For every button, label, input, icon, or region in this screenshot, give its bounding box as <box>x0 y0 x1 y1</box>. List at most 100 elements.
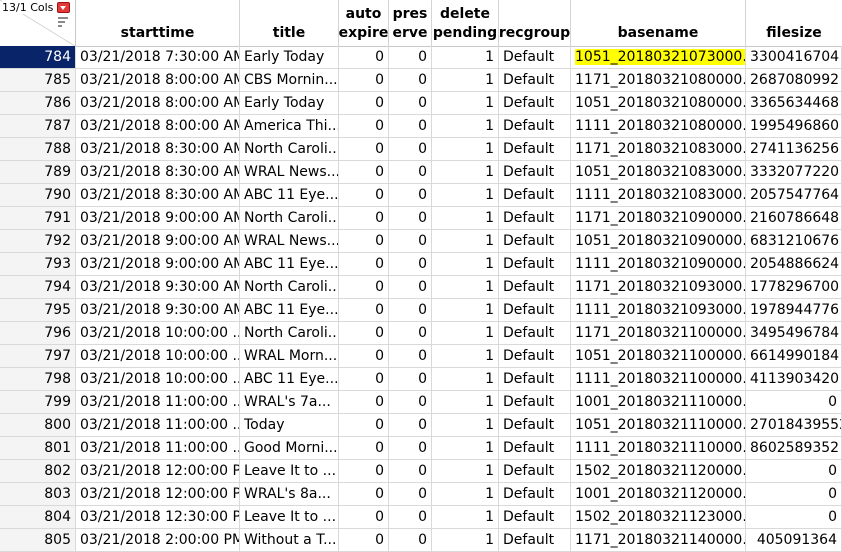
cell-recgroup[interactable]: Default <box>499 184 571 206</box>
cell-recgroup[interactable]: Default <box>499 483 571 505</box>
cell-title[interactable]: America Thi... <box>240 115 339 137</box>
cell-deletepending[interactable]: 1 <box>432 92 499 114</box>
cell-basename[interactable]: 1111_20180321093000.ts <box>571 299 746 321</box>
cell-autoexpire[interactable]: 0 <box>339 184 389 206</box>
cell-title[interactable]: North Caroli... <box>240 322 339 344</box>
cell-preserve[interactable]: 0 <box>389 161 432 183</box>
cell-title[interactable]: Leave It to ... <box>240 506 339 528</box>
cell-deletepending[interactable]: 1 <box>432 69 499 91</box>
cell-starttime[interactable]: 03/21/2018 10:00:00 ... <box>76 368 240 390</box>
cell-filesize[interactable]: 2057547764 <box>746 184 842 206</box>
cell-recgroup[interactable]: Default <box>499 460 571 482</box>
cell-preserve[interactable]: 0 <box>389 529 432 551</box>
cell-filesize[interactable]: 3300416704 <box>746 46 842 68</box>
cell-basename[interactable]: 1111_20180321090000.ts <box>571 253 746 275</box>
cell-starttime[interactable]: 03/21/2018 8:30:00 AM <box>76 138 240 160</box>
cell-preserve[interactable]: 0 <box>389 391 432 413</box>
cell-recgroup[interactable]: Default <box>499 207 571 229</box>
cell-recgroup[interactable]: Default <box>499 506 571 528</box>
cell-filesize[interactable]: 0 <box>746 391 842 413</box>
cell-preserve[interactable]: 0 <box>389 506 432 528</box>
cell-filesize[interactable]: 2687080992 <box>746 69 842 91</box>
cell-filesize[interactable]: 405091364 <box>746 529 842 551</box>
cell-autoexpire[interactable]: 0 <box>339 230 389 252</box>
cell-recgroup[interactable]: Default <box>499 230 571 252</box>
cell-basename[interactable]: 1051_20180321080000.ts <box>571 92 746 114</box>
cell-filesize[interactable]: 1778296700 <box>746 276 842 298</box>
cell-preserve[interactable]: 0 <box>389 414 432 436</box>
cell-basename[interactable]: 1171_20180321090000.ts <box>571 207 746 229</box>
cell-starttime[interactable]: 03/21/2018 11:00:00 ... <box>76 414 240 436</box>
cell-basename[interactable]: 1051_20180321110000.ts <box>571 414 746 436</box>
cell-basename[interactable]: 1171_20180321100000.ts <box>571 322 746 344</box>
table-row[interactable]: 799 03/21/2018 11:00:00 ... WRAL's 7a... 0 0… <box>0 391 842 414</box>
cell-recgroup[interactable]: Default <box>499 92 571 114</box>
column-header-starttime[interactable]: starttime <box>76 0 240 46</box>
table-row[interactable]: 792 03/21/2018 9:00:00 AM WRAL News... 0 0 1 D… <box>0 230 842 253</box>
table-row[interactable]: 802 03/21/2018 12:00:00 P... Leave It to .… <box>0 460 842 483</box>
cell-starttime[interactable]: 03/21/2018 10:00:00 ... <box>76 345 240 367</box>
cell-basename[interactable]: 1502_20180321120000.ts <box>571 460 746 482</box>
row-number[interactable]: 799 <box>0 391 76 413</box>
cell-deletepending[interactable]: 1 <box>432 138 499 160</box>
cell-title[interactable]: Good Morni... <box>240 437 339 459</box>
cell-autoexpire[interactable]: 0 <box>339 345 389 367</box>
row-number[interactable]: 790 <box>0 184 76 206</box>
cell-basename[interactable]: 1502_20180321123000.ts <box>571 506 746 528</box>
cell-autoexpire[interactable]: 0 <box>339 391 389 413</box>
cell-autoexpire[interactable]: 0 <box>339 529 389 551</box>
cell-title[interactable]: WRAL's 8a... <box>240 483 339 505</box>
column-header-deletepending[interactable]: delete pending <box>432 0 499 46</box>
cell-autoexpire[interactable]: 0 <box>339 460 389 482</box>
cell-basename[interactable]: 1001_20180321120000.ts <box>571 483 746 505</box>
cell-starttime[interactable]: 03/21/2018 9:30:00 AM <box>76 276 240 298</box>
cell-title[interactable]: Early Today <box>240 92 339 114</box>
row-number[interactable]: 784 <box>0 46 76 68</box>
cell-preserve[interactable]: 0 <box>389 69 432 91</box>
cell-autoexpire[interactable]: 0 <box>339 506 389 528</box>
cell-preserve[interactable]: 0 <box>389 92 432 114</box>
cell-recgroup[interactable]: Default <box>499 138 571 160</box>
column-header-basename[interactable]: basename <box>571 0 746 46</box>
table-row[interactable]: 794 03/21/2018 9:30:00 AM North Caroli... 0… <box>0 276 842 299</box>
row-number[interactable]: 802 <box>0 460 76 482</box>
row-number[interactable]: 791 <box>0 207 76 229</box>
table-row[interactable]: 803 03/21/2018 12:00:00 P... WRAL's 8a... 0… <box>0 483 842 506</box>
cell-filesize[interactable]: 2741136256 <box>746 138 842 160</box>
cell-autoexpire[interactable]: 0 <box>339 483 389 505</box>
cell-starttime[interactable]: 03/21/2018 8:00:00 AM <box>76 92 240 114</box>
row-number[interactable]: 800 <box>0 414 76 436</box>
cell-recgroup[interactable]: Default <box>499 299 571 321</box>
cell-title[interactable]: WRAL News... <box>240 161 339 183</box>
cell-autoexpire[interactable]: 0 <box>339 46 389 68</box>
cell-starttime[interactable]: 03/21/2018 12:00:00 P... <box>76 460 240 482</box>
cell-deletepending[interactable]: 1 <box>432 115 499 137</box>
table-row[interactable]: 798 03/21/2018 10:00:00 ... ABC 11 Eye... 0… <box>0 368 842 391</box>
row-number[interactable]: 787 <box>0 115 76 137</box>
cell-filesize[interactable]: 1995496860 <box>746 115 842 137</box>
row-number[interactable]: 794 <box>0 276 76 298</box>
cell-preserve[interactable]: 0 <box>389 207 432 229</box>
cell-starttime[interactable]: 03/21/2018 12:30:00 P... <box>76 506 240 528</box>
row-number[interactable]: 803 <box>0 483 76 505</box>
cell-basename[interactable]: 1051_20180321090000.ts <box>571 230 746 252</box>
cell-filesize[interactable]: 4113903420 <box>746 368 842 390</box>
cell-recgroup[interactable]: Default <box>499 414 571 436</box>
cell-starttime[interactable]: 03/21/2018 2:00:00 PM <box>76 529 240 551</box>
cell-basename[interactable]: 1051_20180321073000.ts <box>571 46 746 68</box>
cell-autoexpire[interactable]: 0 <box>339 69 389 91</box>
cell-preserve[interactable]: 0 <box>389 345 432 367</box>
cell-preserve[interactable]: 0 <box>389 138 432 160</box>
cell-title[interactable]: Early Today <box>240 46 339 68</box>
cell-filesize[interactable]: 3332077220 <box>746 161 842 183</box>
cell-starttime[interactable]: 03/21/2018 8:30:00 AM <box>76 184 240 206</box>
cell-preserve[interactable]: 0 <box>389 437 432 459</box>
cell-deletepending[interactable]: 1 <box>432 322 499 344</box>
cell-deletepending[interactable]: 1 <box>432 184 499 206</box>
cell-autoexpire[interactable]: 0 <box>339 253 389 275</box>
cell-preserve[interactable]: 0 <box>389 253 432 275</box>
cell-title[interactable]: North Caroli... <box>240 276 339 298</box>
cell-preserve[interactable]: 0 <box>389 322 432 344</box>
column-selector-corner[interactable]: 13/1 Cols <box>0 0 76 46</box>
table-row[interactable]: 789 03/21/2018 8:30:00 AM WRAL News... 0 0 1 D… <box>0 161 842 184</box>
